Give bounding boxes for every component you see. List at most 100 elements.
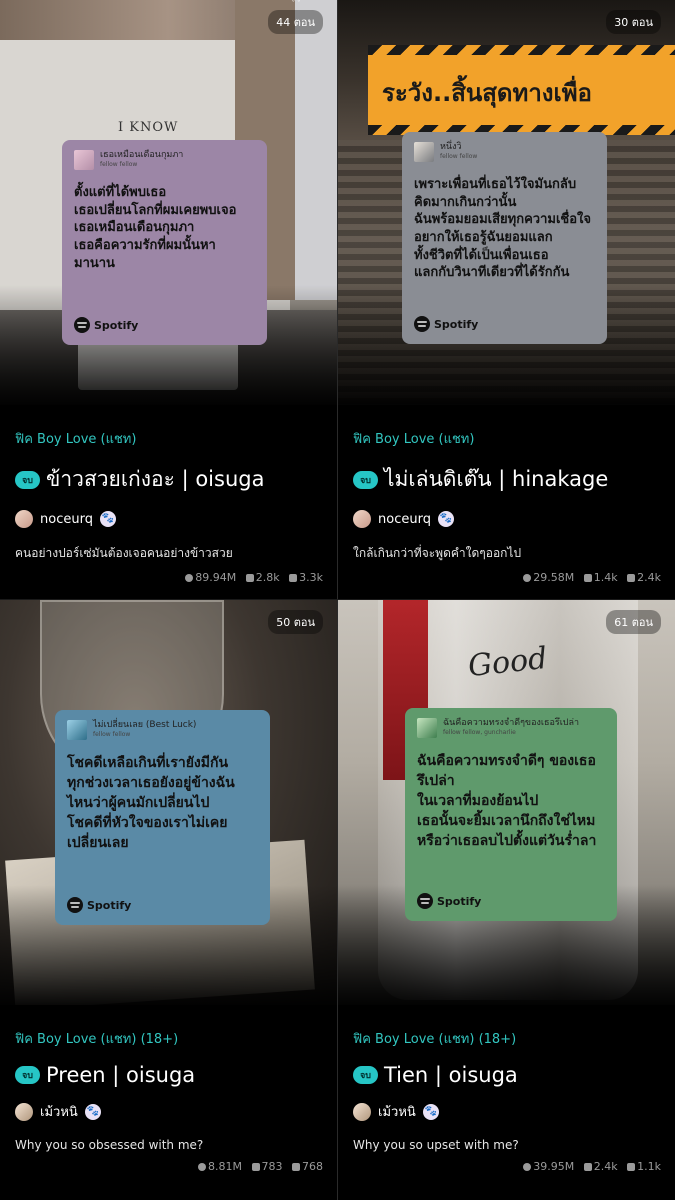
story-card[interactable]: ระวัง..สิ้นสุดทางเพื่อ 30 ตอน หนึ่งวิ fe…: [338, 0, 675, 600]
view-count: 8.81M: [208, 1160, 242, 1173]
avatar[interactable]: [353, 510, 371, 528]
like-count: 1.1k: [637, 1160, 661, 1173]
author-row[interactable]: เม้วหนิ 🐾: [353, 1101, 661, 1122]
spotify-brand-label: Spotify: [94, 318, 139, 332]
cover-image[interactable]: I KNOW ﾟﾟ 44 ตอน เธอเหมือนเดือนกุมภา fel…: [0, 0, 337, 405]
author-name[interactable]: noceurq: [40, 512, 93, 527]
song-title: ฉันคือความทรงจำดีๆของเธอรึเปล่า: [443, 718, 580, 729]
eye-icon: [185, 573, 194, 582]
story-description: คนอย่างปอร์เซ่มันต้องเจอคนอย่างข้าวสวย: [15, 546, 233, 560]
story-card[interactable]: I KNOW ﾟﾟ 44 ตอน เธอเหมือนเดือนกุมภา fel…: [0, 0, 337, 600]
comment-icon: [583, 573, 592, 582]
spotify-brand-label: Spotify: [87, 898, 132, 912]
spotify-brand: Spotify: [414, 316, 478, 332]
paw-icon: 🐾: [437, 511, 454, 527]
spotify-lyrics-card: ฉันคือความทรงจำดีๆของเธอรึเปล่า fellow f…: [405, 708, 617, 921]
author-row[interactable]: noceurq 🐾: [353, 510, 661, 528]
avatar[interactable]: [15, 510, 33, 528]
story-genre[interactable]: ฟิค Boy Love (แชท): [353, 428, 661, 449]
cover-image[interactable]: Good 61 ตอน ฉันคือความทรงจำดีๆของเธอรึเป…: [338, 600, 675, 1005]
comment-count: 783: [261, 1160, 283, 1173]
episode-count: 50 ตอน: [268, 610, 323, 634]
song-lyrics: เพราะเพื่อนที่เธอไว้ใจมันกลับ คิดมากเกิน…: [414, 177, 592, 281]
spotify-brand: Spotify: [74, 317, 138, 333]
completed-badge: จบ: [353, 470, 378, 489]
paw-icon: 🐾: [84, 1103, 101, 1120]
song-title: หนึ่งวิ: [440, 142, 462, 153]
cover-sign-text: I KNOW: [118, 120, 179, 135]
spotify-logo-icon: [74, 317, 90, 333]
spotify-brand-label: Spotify: [437, 894, 482, 908]
story-description: ใกล้เกินกว่าที่จะพูดคำใดๆออกไป: [353, 546, 522, 560]
bookmark-icon: [289, 573, 298, 582]
paw-icon: 🐾: [422, 1103, 439, 1120]
story-genre[interactable]: ฟิค Boy Love (แชท): [15, 428, 323, 449]
completed-badge: จบ: [15, 470, 40, 489]
comment-count: 2.4k: [593, 1160, 618, 1173]
song-artist: fellow fellow: [93, 731, 131, 739]
like-count: 768: [302, 1160, 323, 1173]
story-description: Why you so obsessed with me?: [15, 1138, 204, 1152]
cover-sign-text: ระวัง..สิ้นสุดทางเพื่อ: [382, 79, 592, 107]
song-lyrics: ฉันคือความทรงจำดีๆ ของเธอ รึเปล่า ในเวลา…: [417, 753, 597, 849]
song-artist: fellow fellow: [100, 161, 138, 169]
story-info: ฟิค Boy Love (แชท) (18+) จบ Tien | oisug…: [353, 1028, 661, 1173]
author-name[interactable]: เม้วหนิ: [40, 1101, 78, 1122]
spotify-logo-icon: [67, 897, 83, 913]
album-art: [67, 720, 87, 740]
episode-count: 30 ตอน: [606, 10, 661, 34]
spotify-lyrics-card: หนึ่งวิ fellow fellow เพราะเพื่อนที่เธอไ…: [402, 132, 607, 344]
album-art: [414, 142, 434, 162]
cover-image[interactable]: 50 ตอน ไม่เปลี่ยนเลย (Best Luck) fellow …: [0, 600, 337, 1005]
song-artist: fellow fellow, guncharlie: [443, 729, 516, 737]
author-row[interactable]: เม้วหนิ 🐾: [15, 1101, 323, 1122]
story-title[interactable]: ไม่เล่นดิเต๊น | hinakage: [384, 463, 608, 496]
author-name[interactable]: noceurq: [378, 512, 431, 527]
view-count: 39.95M: [533, 1160, 575, 1173]
song-lyrics: ตั้งแต่ที่ได้พบเธอ เธอเปลี่ยนโลกที่ผมเคย…: [74, 185, 237, 271]
like-count: 3.3k: [299, 571, 323, 584]
story-stats: 39.95M 2.4k 1.1k: [353, 1160, 661, 1173]
view-count: 89.94M: [195, 571, 237, 584]
episode-count: 61 ตอน: [606, 610, 661, 634]
avatar[interactable]: [353, 1102, 371, 1121]
view-count: 29.58M: [533, 571, 575, 584]
song-title: ไม่เปลี่ยนเลย (Best Luck): [93, 720, 197, 731]
bookmark-icon: [627, 1162, 636, 1171]
comment-icon: [251, 1162, 260, 1171]
story-stats: 8.81M 783 768: [15, 1160, 323, 1173]
album-art: [417, 718, 437, 738]
comment-icon: [583, 1162, 592, 1171]
avatar[interactable]: [15, 1102, 33, 1121]
column-divider: [337, 0, 338, 1200]
story-title[interactable]: Tien | oisuga: [384, 1063, 518, 1087]
story-stats: 29.58M 1.4k 2.4k: [353, 571, 661, 584]
story-card[interactable]: 50 ตอน ไม่เปลี่ยนเลย (Best Luck) fellow …: [0, 600, 337, 1200]
cover-image[interactable]: ระวัง..สิ้นสุดทางเพื่อ 30 ตอน หนึ่งวิ fe…: [338, 0, 675, 405]
story-genre[interactable]: ฟิค Boy Love (แชท) (18+): [353, 1028, 661, 1049]
story-info: ฟิค Boy Love (แชท) จบ ไม่เล่นดิเต๊น | hi…: [353, 428, 661, 584]
spotify-logo-icon: [414, 316, 430, 332]
story-title[interactable]: Preen | oisuga: [46, 1063, 195, 1087]
author-row[interactable]: noceurq 🐾: [15, 510, 323, 528]
story-card[interactable]: Good 61 ตอน ฉันคือความทรงจำดีๆของเธอรึเป…: [338, 600, 675, 1200]
bookmark-icon: [292, 1162, 300, 1171]
spotify-logo-icon: [417, 893, 433, 909]
author-name[interactable]: เม้วหนิ: [378, 1101, 416, 1122]
story-title[interactable]: ข้าวสวยเก่งอะ | oisuga: [46, 463, 264, 496]
spotify-brand: Spotify: [67, 897, 131, 913]
completed-badge: จบ: [15, 1066, 40, 1084]
story-description: Why you so upset with me?: [353, 1138, 519, 1152]
episode-count: 44 ตอน: [268, 10, 323, 34]
spotify-brand: Spotify: [417, 893, 481, 909]
eye-icon: [523, 1162, 532, 1171]
completed-badge: จบ: [353, 1066, 378, 1084]
comment-count: 2.8k: [255, 571, 280, 584]
story-genre[interactable]: ฟิค Boy Love (แชท) (18+): [15, 1028, 323, 1049]
spotify-lyrics-card: ไม่เปลี่ยนเลย (Best Luck) fellow fellow …: [55, 710, 270, 925]
song-title: เธอเหมือนเดือนกุมภา: [100, 150, 184, 161]
row-divider: [0, 599, 675, 600]
album-art: [74, 150, 94, 170]
spotify-lyrics-card: เธอเหมือนเดือนกุมภา fellow fellow ตั้งแต…: [62, 140, 267, 345]
bookmark-icon: [627, 573, 636, 582]
